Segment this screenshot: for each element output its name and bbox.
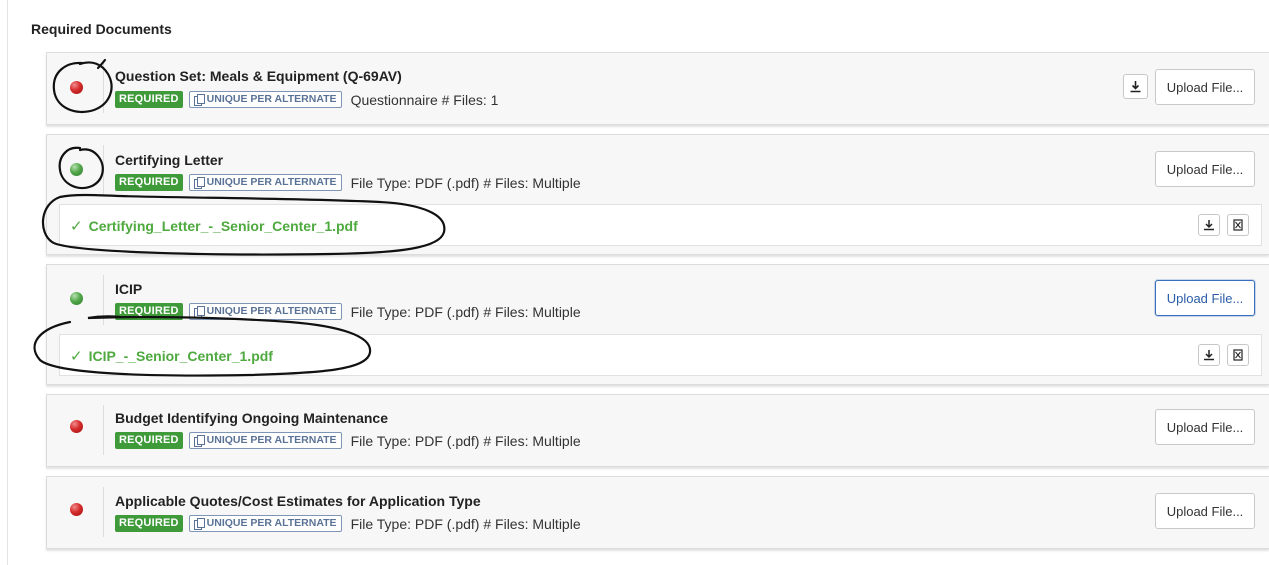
status-incomplete-icon <box>70 503 83 516</box>
uploaded-file-row: ✓ Certifying_Letter_-_Senior_Center_1.pd… <box>59 204 1262 246</box>
unique-badge-label: UNIQUE PER ALTERNATE <box>206 434 337 446</box>
divider <box>103 275 104 325</box>
download-icon <box>1204 350 1214 361</box>
uploaded-file-link[interactable]: ✓ Certifying_Letter_-_Senior_Center_1.pd… <box>70 217 358 235</box>
divider <box>103 63 104 113</box>
status-incomplete-icon <box>70 81 83 94</box>
upload-file-button[interactable]: Upload File... <box>1155 151 1255 187</box>
document-meta-text: File Type: PDF (.pdf) # Files: Multiple <box>350 174 581 191</box>
unique-per-alternate-badge: UNIQUE PER ALTERNATE <box>188 432 342 449</box>
document-meta-text: File Type: PDF (.pdf) # Files: Multiple <box>350 303 581 320</box>
uploaded-file-link[interactable]: ✓ ICIP_-_Senior_Center_1.pdf <box>70 347 273 365</box>
copy-icon <box>193 306 205 318</box>
unique-per-alternate-badge: UNIQUE PER ALTERNATE <box>188 515 342 532</box>
download-button[interactable] <box>1123 74 1148 99</box>
document-meta-row: REQUIRED UNIQUE PER ALTERNATE Questionna… <box>115 91 498 108</box>
document-title: ICIP <box>115 281 143 297</box>
download-file-button[interactable] <box>1198 214 1220 236</box>
unique-per-alternate-badge: UNIQUE PER ALTERNATE <box>188 174 342 191</box>
document-card-quotes: Applicable Quotes/Cost Estimates for App… <box>46 476 1269 549</box>
copy-icon <box>193 94 205 106</box>
required-badge: REQUIRED <box>115 515 183 532</box>
document-meta-text: Questionnaire # Files: 1 <box>350 91 499 108</box>
delete-icon <box>1233 219 1243 231</box>
upload-file-button[interactable]: Upload File... <box>1155 409 1255 445</box>
upload-file-button[interactable]: Upload File... <box>1155 280 1255 316</box>
divider <box>103 145 104 195</box>
document-title: Applicable Quotes/Cost Estimates for App… <box>115 493 481 509</box>
download-icon <box>1130 81 1141 93</box>
document-title: Certifying Letter <box>115 152 224 168</box>
upload-file-button[interactable]: Upload File... <box>1155 493 1255 529</box>
unique-badge-label: UNIQUE PER ALTERNATE <box>206 517 337 529</box>
copy-icon <box>193 177 205 189</box>
document-card-icip: ICIP REQUIRED UNIQUE PER ALTERNATE File … <box>46 264 1269 385</box>
upload-file-button[interactable]: Upload File... <box>1155 69 1255 105</box>
unique-badge-label: UNIQUE PER ALTERNATE <box>206 93 337 105</box>
download-icon <box>1204 220 1214 231</box>
check-icon: ✓ <box>70 218 83 235</box>
unique-badge-label: UNIQUE PER ALTERNATE <box>206 176 337 188</box>
unique-badge-label: UNIQUE PER ALTERNATE <box>206 305 337 317</box>
status-complete-icon <box>70 292 83 305</box>
required-badge: REQUIRED <box>115 303 183 320</box>
status-incomplete-icon <box>70 420 83 433</box>
required-badge: REQUIRED <box>115 432 183 449</box>
document-meta-text: File Type: PDF (.pdf) # Files: Multiple <box>350 432 581 449</box>
required-badge: REQUIRED <box>115 91 183 108</box>
copy-icon <box>193 435 205 447</box>
required-badge: REQUIRED <box>115 174 183 191</box>
document-title: Question Set: Meals & Equipment (Q-69AV) <box>115 68 402 84</box>
copy-icon <box>193 518 205 530</box>
divider <box>103 405 104 455</box>
uploaded-file-name[interactable]: Certifying_Letter_-_Senior_Center_1.pdf <box>89 218 358 234</box>
delete-icon <box>1233 349 1243 361</box>
delete-file-button[interactable] <box>1227 214 1249 236</box>
download-file-button[interactable] <box>1198 344 1220 366</box>
status-complete-icon <box>70 163 83 176</box>
page-left-border <box>7 0 8 565</box>
document-meta-row: REQUIRED UNIQUE PER ALTERNATE File Type:… <box>115 303 581 320</box>
document-meta-row: REQUIRED UNIQUE PER ALTERNATE File Type:… <box>115 432 581 449</box>
document-meta-row: REQUIRED UNIQUE PER ALTERNATE File Type:… <box>115 515 581 532</box>
document-card-certifying-letter: Certifying Letter REQUIRED UNIQUE PER AL… <box>46 134 1269 255</box>
document-card-budget: Budget Identifying Ongoing Maintenance R… <box>46 394 1269 467</box>
unique-per-alternate-badge: UNIQUE PER ALTERNATE <box>188 91 342 108</box>
uploaded-file-row: ✓ ICIP_-_Senior_Center_1.pdf <box>59 334 1262 376</box>
uploaded-file-name[interactable]: ICIP_-_Senior_Center_1.pdf <box>89 348 273 364</box>
check-icon: ✓ <box>70 348 83 365</box>
document-meta-text: File Type: PDF (.pdf) # Files: Multiple <box>350 515 581 532</box>
document-card-question-set: Question Set: Meals & Equipment (Q-69AV)… <box>46 52 1269 125</box>
unique-per-alternate-badge: UNIQUE PER ALTERNATE <box>188 303 342 320</box>
document-title: Budget Identifying Ongoing Maintenance <box>115 410 388 426</box>
section-title: Required Documents <box>31 21 172 37</box>
delete-file-button[interactable] <box>1227 344 1249 366</box>
document-meta-row: REQUIRED UNIQUE PER ALTERNATE File Type:… <box>115 174 581 191</box>
divider <box>103 487 104 537</box>
